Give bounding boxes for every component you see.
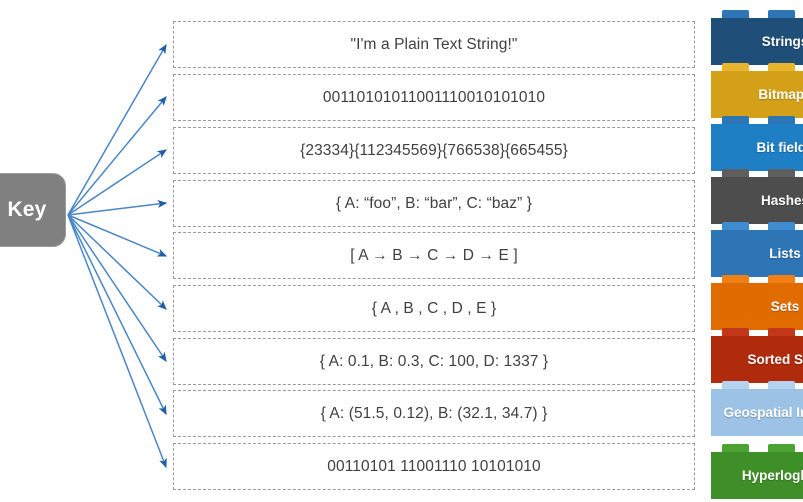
brick-sorted-sets: Sorted Sets <box>711 328 803 383</box>
brick-studs-icon <box>711 116 803 124</box>
value-box: { A: “foo”, B: “bar”, C: “baz” } <box>173 180 695 227</box>
key-node: Key <box>0 173 66 247</box>
brick-label: Hyperloglogs <box>741 468 803 483</box>
brick-studs-icon <box>711 10 803 18</box>
brick-hyperloglogs: Hyperloglogs <box>711 444 803 499</box>
brick-studs-icon <box>711 328 803 336</box>
brick-lists: Lists <box>711 222 803 277</box>
brick-studs-icon <box>711 63 803 71</box>
value-box: { A , B , C , D , E } <box>173 285 695 332</box>
brick-label: Geospatial Indexes <box>723 405 803 420</box>
brick-label: Sets <box>770 299 800 314</box>
value-text: 00110101011001110010101010 <box>322 88 546 106</box>
brick-geospatial-indexes: Geospatial Indexes <box>711 381 803 436</box>
value-text: {23334}{112345569}{766538}{665455} <box>300 141 568 159</box>
value-text: "I'm a Plain Text String!" <box>350 35 518 53</box>
brick-label: Hashes <box>760 193 803 208</box>
brick-bitmaps: Bitmaps <box>711 63 803 118</box>
brick-label: Bitmaps <box>758 87 803 102</box>
brick-studs-icon <box>711 381 803 389</box>
value-box: { A: (51.5, 0.12), B: (32.1, 34.7) } <box>173 390 695 437</box>
brick-strings: Strings <box>711 10 803 65</box>
value-text: { A: 0.1, B: 0.3, C: 100, D: 1337 } <box>319 352 549 370</box>
brick-label: Strings <box>761 34 803 49</box>
value-box: 00110101 11001110 10101010 <box>173 443 695 490</box>
value-box: "I'm a Plain Text String!" <box>173 21 695 68</box>
brick-studs-icon <box>711 169 803 177</box>
brick-studs-icon <box>711 444 803 452</box>
brick-label: Lists <box>769 246 801 261</box>
key-node-label: Key <box>7 198 47 221</box>
brick-studs-icon <box>711 222 803 230</box>
value-box: {23334}{112345569}{766538}{665455} <box>173 127 695 174</box>
brick-hashes: Hashes <box>711 169 803 224</box>
value-text: [ A → B → C → D → E ] <box>350 246 518 264</box>
value-box: 00110101011001110010101010 <box>173 74 695 121</box>
value-text: { A: “foo”, B: “bar”, C: “baz” } <box>335 194 533 212</box>
value-box: [ A → B → C → D → E ] <box>173 232 695 279</box>
brick-sets: Sets <box>711 275 803 330</box>
brick-bit-fields: Bit fields <box>711 116 803 171</box>
brick-studs-icon <box>711 275 803 283</box>
value-text: { A: (51.5, 0.12), B: (32.1, 34.7) } <box>320 404 548 422</box>
brick-label: Bit fields <box>756 140 803 155</box>
value-text: 00110101 11001110 10101010 <box>327 457 541 475</box>
value-text: { A , B , C , D , E } <box>371 299 497 317</box>
brick-label: Sorted Sets <box>747 352 803 367</box>
value-box: { A: 0.1, B: 0.3, C: 100, D: 1337 } <box>173 338 695 385</box>
diagram-canvas: Key "I'm a Plain Text String!" 001101010… <box>0 0 803 502</box>
